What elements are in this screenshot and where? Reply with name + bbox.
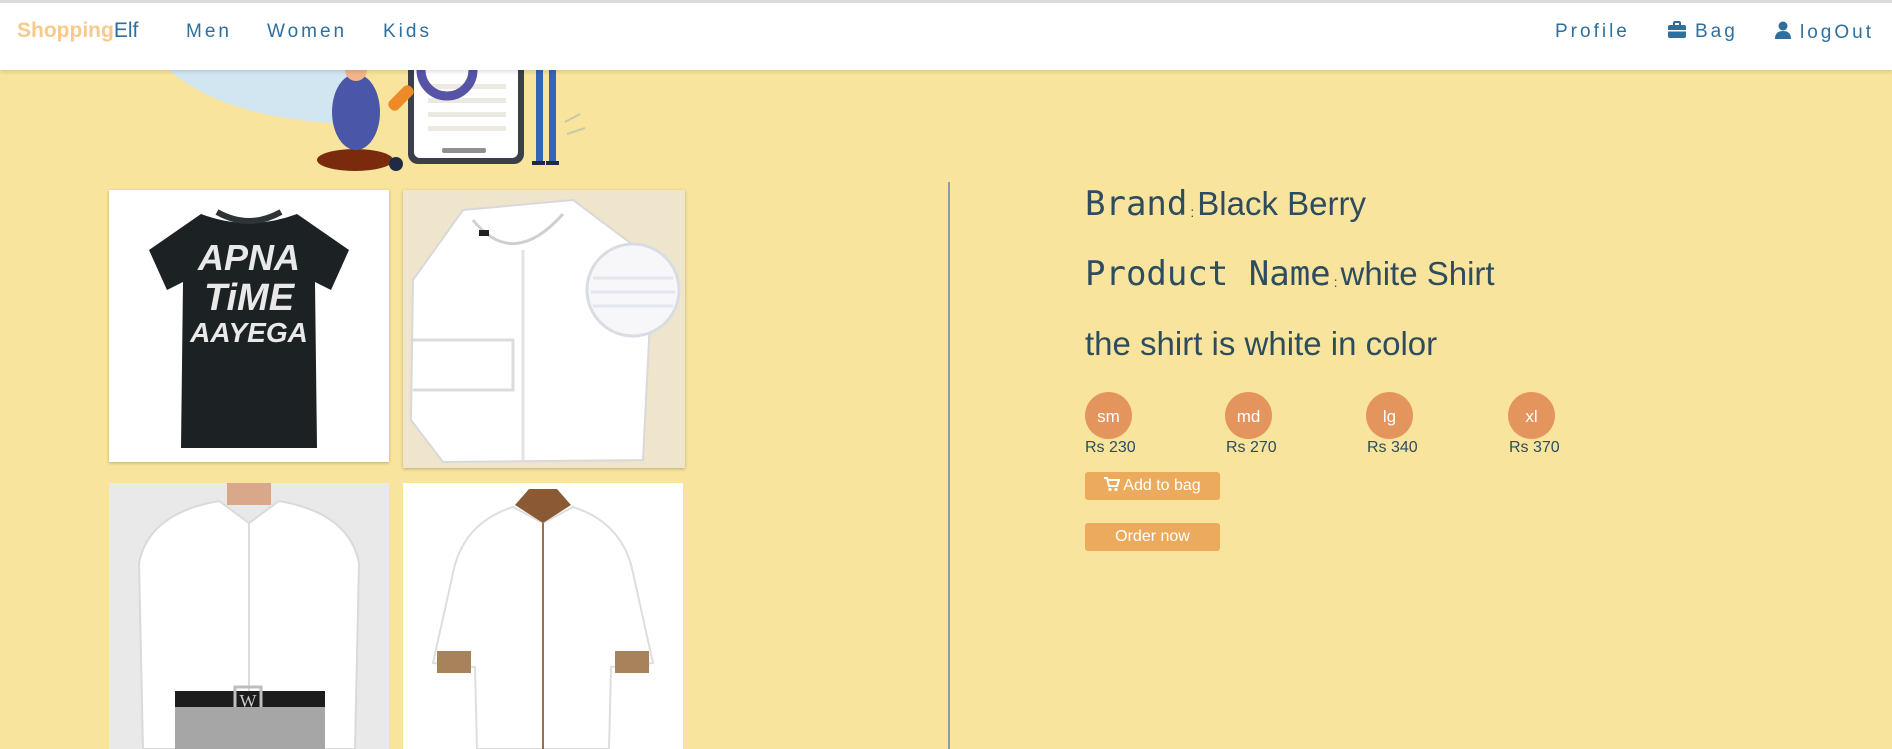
cart-icon (1104, 477, 1121, 492)
contrast-shirt-image (431, 489, 655, 749)
navbar: ShoppingElf Men Women Kids Profile Bag l… (0, 0, 1892, 70)
folded-shirt-image (403, 190, 685, 468)
brand-colon: : (1190, 204, 1195, 220)
order-now-button[interactable]: Order now (1085, 523, 1220, 551)
price-md: Rs 270 (1226, 439, 1277, 456)
product-thumbnail-model-shirt[interactable]: W (109, 483, 389, 749)
briefcase-icon (1668, 21, 1686, 38)
product-name-colon: : (1333, 274, 1338, 290)
tshirt-text-3: AAYEGA (189, 317, 308, 348)
brand-line: Brand:Black Berry (1085, 184, 1366, 224)
nav-kids[interactable]: Kids (383, 21, 432, 43)
add-to-bag-label: Add to bag (1123, 477, 1201, 494)
size-option-md[interactable]: md (1225, 392, 1272, 439)
model-shirt-image: W (109, 483, 389, 749)
price-xl: Rs 370 (1509, 439, 1560, 456)
size-option-xl[interactable]: xl (1508, 392, 1555, 439)
nav-bag[interactable]: Bag (1667, 21, 1738, 43)
brand-label: Brand (1085, 184, 1188, 224)
add-to-bag-button[interactable]: Add to bag (1085, 472, 1220, 500)
nav-bag-label: Bag (1695, 21, 1738, 42)
size-option-lg[interactable]: lg (1366, 392, 1413, 439)
user-icon (1775, 21, 1791, 39)
brand-logo-part2: Elf (113, 19, 139, 42)
product-name-label: Product Name (1085, 254, 1331, 294)
tshirt-text-2: TiME (204, 277, 296, 319)
size-option-sm[interactable]: sm (1085, 392, 1132, 439)
hero-illustration (160, 62, 586, 171)
vertical-divider (948, 182, 950, 749)
nav-men[interactable]: Men (186, 21, 232, 43)
brand-logo[interactable]: ShoppingElf (17, 19, 138, 43)
tshirt-text-1: APNA (197, 237, 300, 278)
price-lg: Rs 340 (1367, 439, 1418, 456)
brand-logo-part1: Shopping (17, 19, 114, 42)
product-thumbnail-contrast-shirt[interactable] (403, 483, 683, 749)
product-thumbnail-tshirt[interactable]: APNA TiME AAYEGA (109, 190, 389, 462)
brand-value: Black Berry (1197, 185, 1366, 222)
product-name-value: white Shirt (1340, 255, 1495, 292)
nav-logout-label: logOut (1800, 22, 1874, 43)
price-sm: Rs 230 (1085, 439, 1136, 456)
nav-profile[interactable]: Profile (1555, 21, 1630, 43)
nav-logout[interactable]: logOut (1774, 21, 1874, 44)
tshirt-image: APNA TiME AAYEGA (149, 209, 349, 448)
nav-women[interactable]: Women (267, 21, 347, 43)
product-description: the shirt is white in color (1085, 325, 1438, 362)
product-thumbnail-folded-shirt[interactable] (403, 190, 685, 468)
product-name-line: Product Name:white Shirt (1085, 254, 1495, 294)
